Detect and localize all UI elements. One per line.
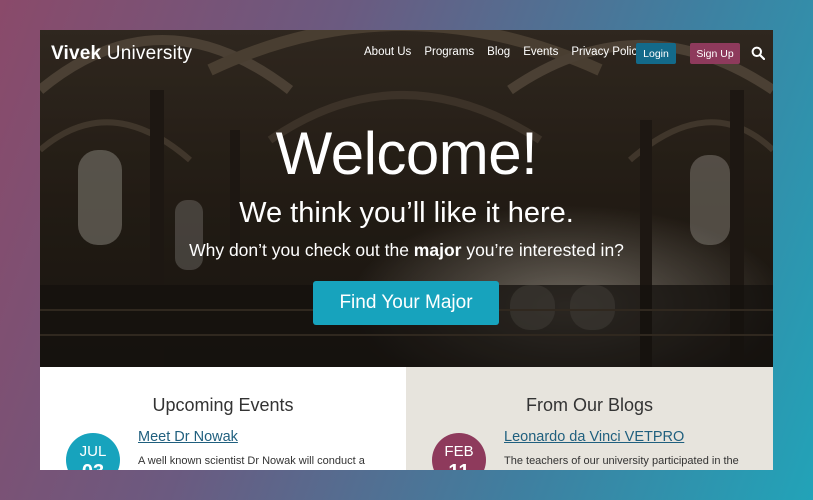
brand-name-bold: Vivek bbox=[51, 43, 102, 64]
find-your-major-button[interactable]: Find Your Major bbox=[313, 281, 499, 325]
hero-question-start: Why don’t you check out the bbox=[189, 240, 414, 260]
event-title-link[interactable]: Meet Dr Nowak bbox=[138, 429, 238, 445]
brand-logo[interactable]: Vivek University bbox=[51, 43, 192, 65]
hero-subtitle: We think you’ll like it here. bbox=[239, 197, 574, 229]
search-icon[interactable] bbox=[751, 46, 765, 60]
events-heading: Upcoming Events bbox=[152, 395, 294, 415]
event-month: JUL bbox=[79, 443, 107, 460]
top-navigation: Vivek University About Us Programs Blog … bbox=[40, 30, 773, 76]
blogs-panel: From Our Blogs FEB 11 Leonardo da Vinci … bbox=[406, 367, 773, 470]
event-description: A well known scientist Dr Nowak will con… bbox=[138, 455, 365, 467]
hero-section: Vivek University About Us Programs Blog … bbox=[40, 30, 773, 367]
blog-date-badge: FEB 11 bbox=[432, 433, 486, 470]
hero-question-major: major bbox=[413, 240, 462, 260]
browser-frame: Vivek University About Us Programs Blog … bbox=[40, 30, 773, 470]
nav-links: About Us Programs Blog Events Privacy Po… bbox=[364, 46, 643, 58]
hero-title: Welcome! bbox=[275, 120, 538, 187]
nav-link-privacy-policy[interactable]: Privacy Policy bbox=[571, 46, 643, 58]
upcoming-events-panel: Upcoming Events JUL 03 Meet Dr Nowak A w… bbox=[40, 367, 406, 470]
nav-link-blog[interactable]: Blog bbox=[487, 46, 510, 58]
blogs-heading: From Our Blogs bbox=[525, 395, 654, 415]
blog-description: The teachers of our university participa… bbox=[504, 455, 739, 467]
event-date-badge: JUL 03 bbox=[66, 433, 120, 470]
event-day: 03 bbox=[66, 461, 120, 470]
nav-link-about-us[interactable]: About Us bbox=[364, 46, 411, 58]
hero-question-end: you’re interested in? bbox=[461, 240, 624, 260]
brand-name-light: University bbox=[106, 43, 193, 64]
nav-link-programs[interactable]: Programs bbox=[424, 46, 474, 58]
blog-title-link[interactable]: Leonardo da Vinci VETPRO bbox=[504, 429, 684, 445]
blog-day: 11 bbox=[432, 461, 486, 470]
hero-question: Why don’t you check out the major you’re… bbox=[40, 239, 773, 261]
login-button[interactable]: Login bbox=[636, 43, 676, 64]
sign-up-button[interactable]: Sign Up bbox=[690, 43, 740, 64]
blog-month: FEB bbox=[444, 443, 474, 460]
nav-link-events[interactable]: Events bbox=[523, 46, 558, 58]
